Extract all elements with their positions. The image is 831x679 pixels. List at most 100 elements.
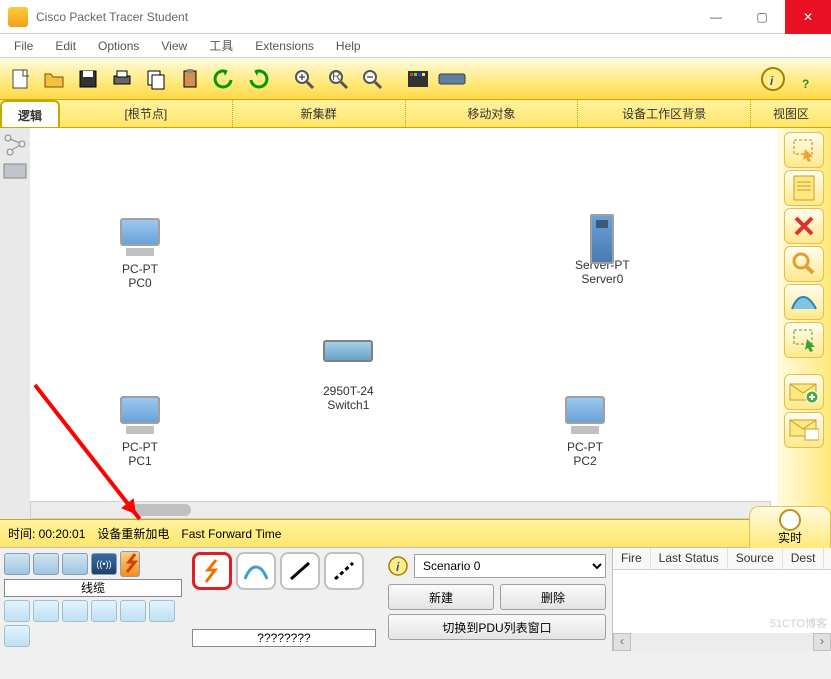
- nav-root[interactable]: [根节点]: [60, 100, 233, 127]
- menu-edit[interactable]: Edit: [47, 37, 84, 55]
- col-last-status[interactable]: Last Status: [651, 548, 728, 569]
- note-tool-icon[interactable]: [784, 170, 824, 206]
- device-category-label: 线缆: [4, 579, 182, 597]
- subdevice-3-icon[interactable]: [62, 600, 88, 622]
- nav-move-object[interactable]: 移动对象: [406, 100, 579, 127]
- add-complex-pdu-icon[interactable]: [784, 412, 824, 448]
- scroll-right-icon[interactable]: ›: [813, 633, 831, 651]
- add-simple-pdu-icon[interactable]: [784, 374, 824, 410]
- menu-help[interactable]: Help: [328, 37, 369, 55]
- help-icon[interactable]: ?: [793, 63, 825, 95]
- subdevice-2-icon[interactable]: [33, 600, 59, 622]
- device-pc1[interactable]: PC-PT PC1: [115, 396, 165, 468]
- connection-crossover-icon[interactable]: [324, 552, 364, 590]
- undo-icon[interactable]: [208, 63, 240, 95]
- nav-new-cluster[interactable]: 新集群: [233, 100, 406, 127]
- physical-view-icon[interactable]: [2, 162, 28, 182]
- device-name-label: PC0: [115, 276, 165, 290]
- menubar: File Edit Options View 工具 Extensions Hel…: [0, 34, 831, 58]
- connection-auto-icon[interactable]: [192, 552, 232, 590]
- scenario-new-button[interactable]: 新建: [388, 584, 494, 610]
- subdevice-6-icon[interactable]: [149, 600, 175, 622]
- device-name-label: Switch1: [323, 398, 374, 412]
- new-file-icon[interactable]: [4, 63, 36, 95]
- device-category-chooser: ((•)) 线缆: [0, 548, 186, 651]
- select-tool-icon[interactable]: [784, 132, 824, 168]
- device-type-label: PC-PT: [115, 440, 165, 454]
- device-name-label: PC2: [560, 454, 610, 468]
- subdevice-5-icon[interactable]: [120, 600, 146, 622]
- device-type-label: 2950T-24: [323, 384, 374, 398]
- scroll-left-icon[interactable]: ‹: [613, 633, 631, 651]
- menu-view[interactable]: View: [153, 37, 195, 55]
- col-fire[interactable]: Fire: [613, 548, 651, 569]
- maximize-button[interactable]: ▢: [739, 0, 785, 34]
- app-logo: [8, 7, 28, 27]
- nav-set-bg[interactable]: 设备工作区背景: [578, 100, 751, 127]
- minimize-button[interactable]: —: [693, 0, 739, 34]
- category-routers-icon[interactable]: [4, 553, 30, 575]
- connection-console-icon[interactable]: [236, 552, 276, 590]
- device-server0[interactable]: Server-PT Server0: [575, 214, 630, 286]
- info-icon[interactable]: i: [757, 63, 789, 95]
- paste-icon[interactable]: [174, 63, 206, 95]
- repower-button[interactable]: 设备重新加电: [97, 525, 169, 542]
- info-small-icon: i: [388, 556, 408, 576]
- main-toolbar: R i ?: [0, 58, 831, 100]
- zoom-in-icon[interactable]: [288, 63, 320, 95]
- menu-file[interactable]: File: [6, 37, 41, 55]
- topology-canvas[interactable]: PC-PT PC0 PC-PT PC1 PC-PT PC2 Server-PT …: [30, 128, 771, 501]
- palette-icon[interactable]: [402, 63, 434, 95]
- scenario-delete-button[interactable]: 删除: [500, 584, 606, 610]
- subdevice-7-icon[interactable]: [4, 625, 30, 647]
- status-grid-hscrollbar[interactable]: ‹ ›: [613, 633, 831, 651]
- fast-forward-button[interactable]: Fast Forward Time: [181, 527, 281, 541]
- close-button[interactable]: ✕: [785, 0, 831, 34]
- menu-extensions[interactable]: Extensions: [247, 37, 322, 55]
- save-file-icon[interactable]: [72, 63, 104, 95]
- right-toolbar: [777, 128, 831, 519]
- time-strip: 时间: 00:20:01 设备重新加电 Fast Forward Time 实时: [0, 519, 831, 547]
- scenario-pdu-list-button[interactable]: 切换到PDU列表窗口: [388, 614, 606, 640]
- connection-type-label: ????????: [192, 629, 376, 647]
- workspace: PC-PT PC0 PC-PT PC1 PC-PT PC2 Server-PT …: [0, 128, 831, 519]
- subdevice-4-icon[interactable]: [91, 600, 117, 622]
- device-pc0[interactable]: PC-PT PC0: [115, 218, 165, 290]
- zoom-reset-icon[interactable]: R: [322, 63, 354, 95]
- realtime-tab[interactable]: 实时: [749, 506, 831, 548]
- scenario-select[interactable]: Scenario 0: [414, 554, 606, 578]
- col-dest[interactable]: Dest: [783, 548, 825, 569]
- print-icon[interactable]: [106, 63, 138, 95]
- nav-viewport[interactable]: 视图区: [751, 100, 831, 127]
- delete-tool-icon[interactable]: [784, 208, 824, 244]
- device-switch1[interactable]: 2950T-24 Switch1: [323, 328, 374, 412]
- svg-text:?: ?: [802, 77, 809, 91]
- inspect-tool-icon[interactable]: [784, 246, 824, 282]
- tab-logical[interactable]: 逻辑: [0, 100, 60, 127]
- connection-chooser: ????????: [186, 548, 382, 651]
- menu-tools[interactable]: 工具: [201, 35, 241, 56]
- copy-icon[interactable]: [140, 63, 172, 95]
- pdu-status-grid: Fire Last Status Source Dest 51CTO博客 ‹ ›: [612, 548, 831, 651]
- device-dialog-icon[interactable]: [436, 63, 468, 95]
- device-name-label: Server0: [575, 272, 630, 286]
- svg-text:R: R: [332, 69, 341, 83]
- connection-straight-icon[interactable]: [280, 552, 320, 590]
- resize-tool-icon[interactable]: [784, 322, 824, 358]
- zoom-out-icon[interactable]: [356, 63, 388, 95]
- watermark: 51CTO博客: [770, 615, 827, 631]
- realtime-label: 实时: [778, 529, 802, 546]
- device-pc2[interactable]: PC-PT PC2: [560, 396, 610, 468]
- menu-options[interactable]: Options: [90, 37, 147, 55]
- draw-tool-icon[interactable]: [784, 284, 824, 320]
- category-hubs-icon[interactable]: [62, 553, 88, 575]
- status-grid-header: Fire Last Status Source Dest: [613, 548, 831, 570]
- open-file-icon[interactable]: [38, 63, 70, 95]
- category-switches-icon[interactable]: [33, 553, 59, 575]
- logical-view-icon[interactable]: [2, 132, 28, 158]
- redo-icon[interactable]: [242, 63, 274, 95]
- subdevice-1-icon[interactable]: [4, 600, 30, 622]
- col-source[interactable]: Source: [728, 548, 783, 569]
- category-connections-icon[interactable]: [120, 551, 140, 577]
- category-wireless-icon[interactable]: ((•)): [91, 553, 117, 575]
